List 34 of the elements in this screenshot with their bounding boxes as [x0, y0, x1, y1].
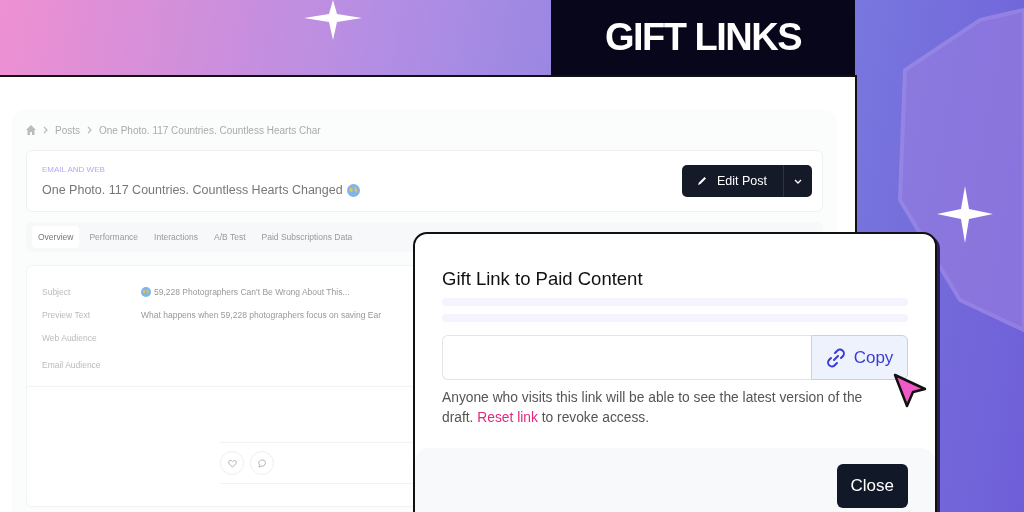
banner-title: GIFT LINKS	[551, 0, 855, 75]
tab[interactable]: Paid Subscriptions Data	[255, 226, 359, 248]
home-icon	[26, 125, 36, 135]
post-type-label: EMAIL AND WEB	[42, 165, 106, 174]
breadcrumb-link[interactable]: Posts	[55, 124, 80, 136]
post-title: One Photo. 117 Countries. Countless Hearts Changed	[42, 183, 343, 197]
sparkle-icon	[937, 186, 993, 243]
chevron-icon	[87, 126, 92, 134]
globe-icon	[346, 183, 360, 197]
link-field[interactable]	[442, 335, 811, 380]
cursor-icon	[893, 373, 927, 409]
field-value: What happens when 59,228 photographers focus on saving Ear	[141, 309, 382, 320]
field-label: Subject	[42, 286, 72, 297]
field-value: 59,228 Photographers Can't Be Wrong About This...	[154, 286, 350, 297]
caret-icon	[794, 178, 802, 184]
tab[interactable]: A/B Test	[208, 226, 252, 248]
tab[interactable]: Interactions	[148, 226, 205, 248]
copy-button[interactable]: Copy	[811, 335, 908, 380]
field-label: Web Audience	[42, 332, 98, 343]
tab[interactable]: Performance	[83, 226, 145, 248]
link-icon	[825, 347, 846, 368]
pencil-icon	[696, 176, 707, 186]
field-label: Preview Text	[42, 309, 92, 320]
field-label: Email Audience	[42, 359, 102, 370]
dialog-title: Gift Link to Paid Content	[442, 268, 644, 290]
dialog-description: Anyone who visits this link will be able to see the latest version of the draft. Reset link to revoke access.	[442, 389, 864, 427]
chevron-icon	[43, 126, 48, 134]
edit-post-button[interactable]: Edit Post	[681, 165, 812, 197]
tab[interactable]: Overview	[32, 226, 80, 248]
close-button[interactable]: Close	[836, 464, 908, 508]
sparkle-icon	[304, 0, 362, 40]
reset-link[interactable]: Reset link	[477, 410, 538, 425]
globe-icon	[141, 286, 151, 297]
breadcrumb-link[interactable]: One Photo. 117 Countries. Countless Hearts Char	[99, 124, 321, 136]
